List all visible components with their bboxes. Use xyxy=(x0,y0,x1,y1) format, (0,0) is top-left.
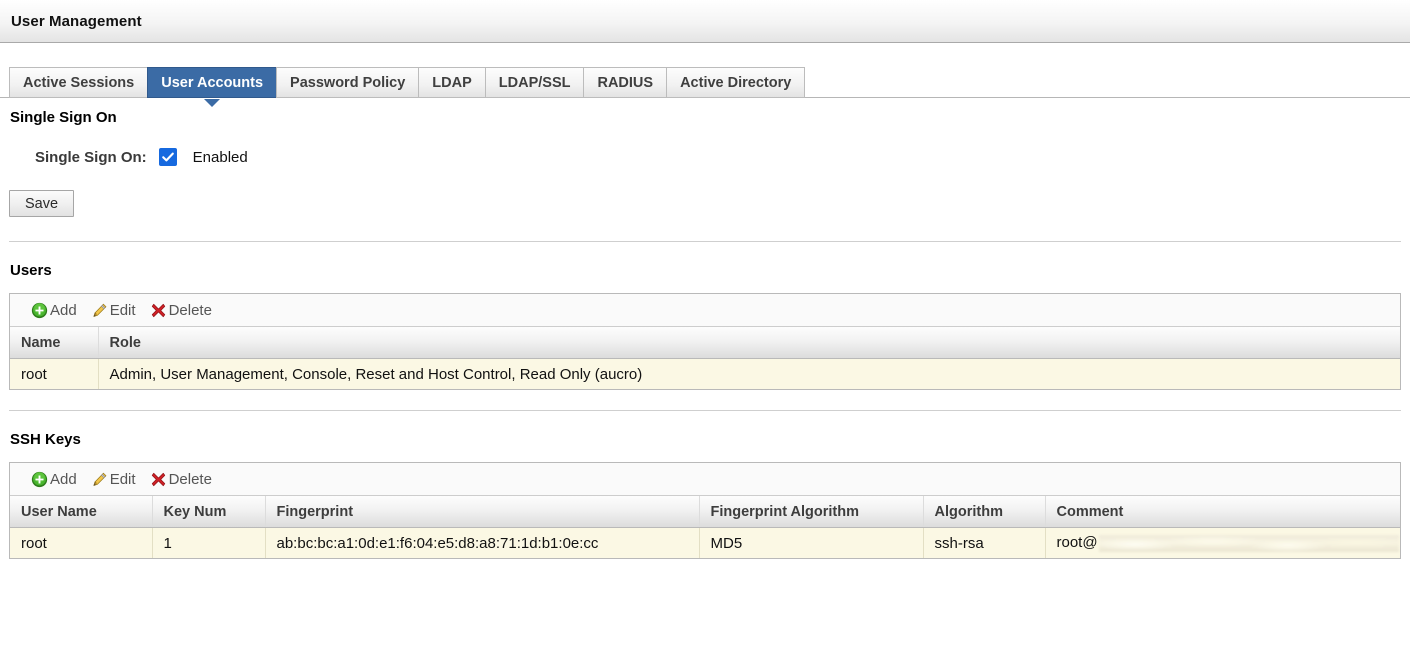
table-row[interactable]: root 1 ab:bc:bc:a1:0d:e1:f6:04:e5:d8:a8:… xyxy=(10,527,1400,558)
users-cell-name: root xyxy=(10,358,99,389)
ssh-keys-cell-fingerprint-algorithm: MD5 xyxy=(699,527,924,558)
ssh-keys-column-key-num[interactable]: Key Num xyxy=(152,496,266,528)
ssh-keys-column-fingerprint-algorithm[interactable]: Fingerprint Algorithm xyxy=(699,496,924,528)
ssh-keys-cell-user-name: root xyxy=(10,527,153,558)
ssh-keys-column-user-name[interactable]: User Name xyxy=(10,496,153,528)
tab-active-sessions[interactable]: Active Sessions xyxy=(9,67,148,98)
ssh-keys-delete-button[interactable]: Delete xyxy=(150,471,212,488)
check-icon xyxy=(161,152,174,162)
ssh-keys-edit-label: Edit xyxy=(109,470,136,488)
ssh-keys-cell-fingerprint: ab:bc:bc:a1:0d:e1:f6:04:e5:d8:a8:71:1d:b… xyxy=(265,527,700,558)
users-edit-button[interactable]: Edit xyxy=(91,302,136,319)
tab-active-directory[interactable]: Active Directory xyxy=(666,67,806,98)
single-sign-on-checkbox[interactable] xyxy=(158,148,177,166)
ssh-keys-delete-label: Delete xyxy=(168,470,212,488)
users-column-role[interactable]: Role xyxy=(98,327,1400,359)
users-edit-label: Edit xyxy=(109,301,136,319)
active-tab-caret-icon xyxy=(204,99,221,107)
ssh-keys-cell-algorithm: ssh-rsa xyxy=(923,527,1046,558)
tab-password-policy[interactable]: Password Policy xyxy=(276,67,419,98)
tab-radius[interactable]: RADIUS xyxy=(583,67,667,98)
tab-label: User Accounts xyxy=(161,74,264,91)
ssh-keys-grid: Add Edit Delete User Name Key Num Finger… xyxy=(9,462,1401,559)
tab-label: LDAP/SSL xyxy=(498,74,571,91)
users-table: Name Role root Admin, User Management, C… xyxy=(10,327,1400,389)
ssh-keys-comment-text: root@ xyxy=(1056,534,1098,552)
edit-pencil-icon xyxy=(93,303,107,317)
add-icon xyxy=(31,302,48,318)
add-icon xyxy=(31,471,48,487)
ssh-keys-column-algorithm[interactable]: Algorithm xyxy=(923,496,1046,528)
users-toolbar: Add Edit Delete xyxy=(10,294,1400,327)
edit-pencil-icon xyxy=(93,472,107,486)
page-header: User Management xyxy=(0,0,1410,43)
single-sign-on-row: Single Sign On: Enabled xyxy=(0,142,1410,172)
table-row[interactable]: root Admin, User Management, Console, Re… xyxy=(10,358,1400,389)
tab-label: Active Sessions xyxy=(23,74,135,91)
users-delete-button[interactable]: Delete xyxy=(150,302,212,319)
ssh-keys-add-label: Add xyxy=(50,470,77,488)
delete-x-icon xyxy=(151,472,165,486)
single-sign-on-heading: Single Sign On xyxy=(10,109,117,126)
ssh-keys-toolbar: Add Edit Delete xyxy=(10,463,1400,496)
single-sign-on-label: Single Sign On: xyxy=(35,148,147,166)
tab-ldap-ssl[interactable]: LDAP/SSL xyxy=(484,67,584,98)
save-button[interactable]: Save xyxy=(9,190,74,217)
users-grid: Add Edit Delete Name Role root Admin, Us… xyxy=(9,293,1401,390)
users-column-name[interactable]: Name xyxy=(10,327,99,359)
ssh-keys-cell-key-num: 1 xyxy=(152,527,266,558)
ssh-keys-table: User Name Key Num Fingerprint Fingerprin… xyxy=(10,496,1400,558)
users-add-label: Add xyxy=(50,301,77,319)
redacted-comment-blur xyxy=(1098,534,1399,552)
users-table-header-row: Name Role xyxy=(10,327,1400,359)
tabstrip: Active Sessions User Accounts Password P… xyxy=(0,66,1410,107)
tab-user-accounts[interactable]: User Accounts xyxy=(147,67,277,107)
tab-ldap[interactable]: LDAP xyxy=(418,67,485,98)
page-title: User Management xyxy=(11,12,142,30)
ssh-keys-column-fingerprint[interactable]: Fingerprint xyxy=(265,496,700,528)
delete-x-icon xyxy=(151,303,165,317)
ssh-keys-edit-button[interactable]: Edit xyxy=(91,471,136,488)
single-sign-on-state: Enabled xyxy=(192,148,248,166)
users-cell-role: Admin, User Management, Console, Reset a… xyxy=(98,358,1400,389)
users-delete-label: Delete xyxy=(168,301,212,319)
tab-label: Password Policy xyxy=(290,74,406,91)
ssh-keys-add-button[interactable]: Add xyxy=(31,471,77,488)
users-add-button[interactable]: Add xyxy=(31,302,77,319)
ssh-keys-heading: SSH Keys xyxy=(10,431,81,448)
ssh-keys-table-header-row: User Name Key Num Fingerprint Fingerprin… xyxy=(10,496,1400,528)
tab-label: Active Directory xyxy=(680,74,792,91)
tabstrip-container: Active Sessions User Accounts Password P… xyxy=(0,43,1410,107)
ssh-keys-cell-comment: root@ xyxy=(1045,527,1400,558)
tab-label: LDAP xyxy=(432,74,472,91)
tab-label: RADIUS xyxy=(597,74,654,91)
ssh-keys-column-comment[interactable]: Comment xyxy=(1045,496,1400,528)
users-heading: Users xyxy=(10,262,52,279)
